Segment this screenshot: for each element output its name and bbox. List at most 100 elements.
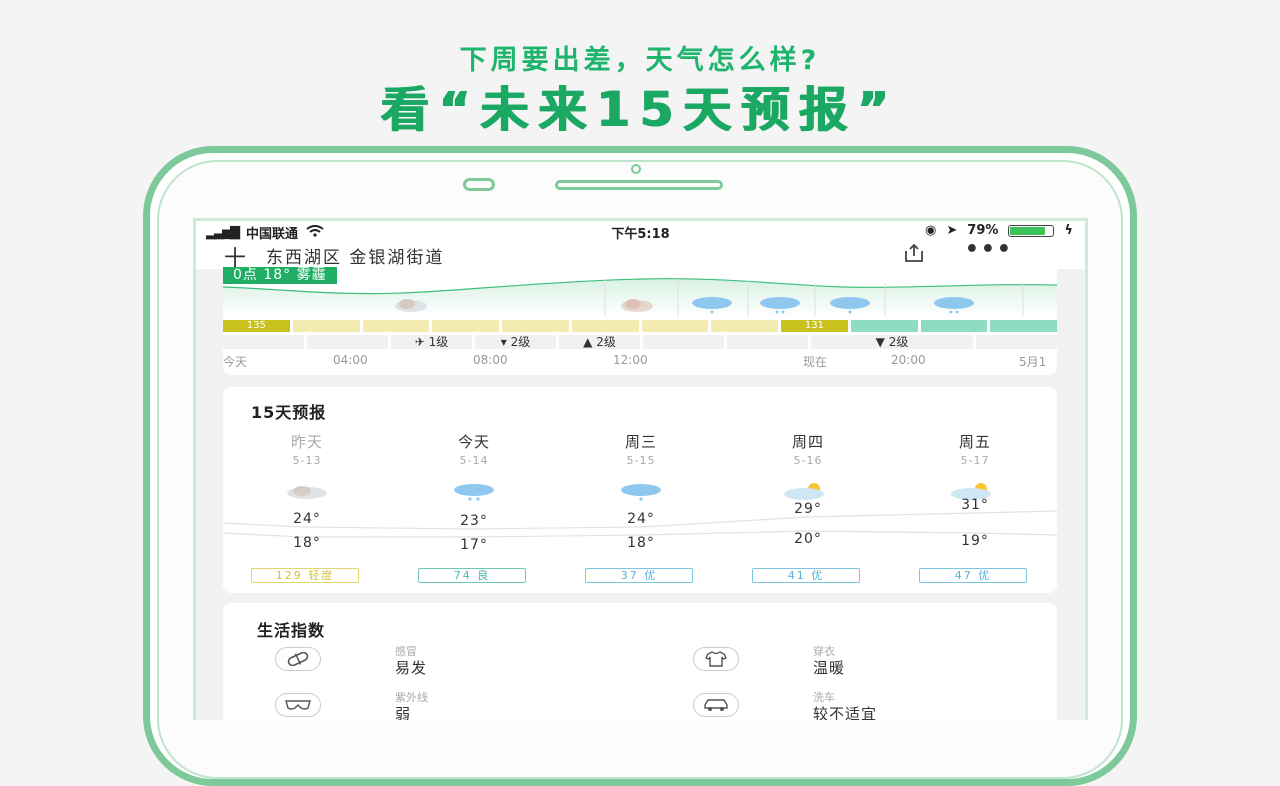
forecast-low-temp: 19° xyxy=(961,533,989,549)
life-item-value: 较不适宜 xyxy=(813,705,878,720)
forecast-15day-card[interactable]: 15天预报 昨天 5-13 今天 5-14 周三 5-15 周四 5-16 周五… xyxy=(223,387,1057,593)
forecast-high-temp: 24° xyxy=(293,511,321,527)
battery-icon xyxy=(1008,224,1055,237)
aqi-segment-now: 131 xyxy=(781,320,848,332)
life-index-title: 生活指数 xyxy=(257,621,326,640)
forecast-day-name: 周四 xyxy=(791,433,824,451)
status-bar: ▂▃▅▇ 中国联通 下午5:18 ◉ ➤ 79% ϟ xyxy=(196,221,1085,242)
charging-icon: ϟ xyxy=(1064,223,1073,238)
forecast-high-temp: 24° xyxy=(627,511,655,527)
forecast-day-thu[interactable]: 周四 5-16 xyxy=(748,431,868,507)
front-camera xyxy=(631,164,641,174)
forecast-date: 5-16 xyxy=(793,454,823,467)
haze-icon xyxy=(395,299,427,312)
aqi-segment xyxy=(292,320,360,332)
time-label: 08:00 xyxy=(473,353,508,367)
aqi-segment xyxy=(432,320,499,332)
rain-icon xyxy=(414,481,534,507)
sensor-pill xyxy=(463,178,495,191)
car-icon xyxy=(693,693,739,717)
forecast-aqi-badge: 47 优 xyxy=(919,568,1027,583)
forecast-high-temp: 29° xyxy=(794,501,822,517)
forecast-low-temp: 18° xyxy=(627,535,655,551)
wind-segment xyxy=(223,335,304,349)
aqi-segment-start: 135 xyxy=(223,320,290,332)
app-screen: ▂▃▅▇ 中国联通 下午5:18 ◉ ➤ 79% ϟ 十 东西湖区 金银湖街道 … xyxy=(193,218,1088,720)
wind-segment xyxy=(727,335,808,349)
tshirt-icon xyxy=(693,647,739,671)
location-arrow-icon: ➤ xyxy=(946,223,958,238)
hourly-time-axis: 今天 04:00 08:00 12:00 现在 20:00 5月1 xyxy=(223,353,1057,369)
forecast-low-temp: 20° xyxy=(794,531,822,547)
forecast-day-wed[interactable]: 周三 5-15 xyxy=(581,431,701,507)
time-label: 20:00 xyxy=(891,353,926,367)
wind-direction-icon: ▲ xyxy=(583,335,593,349)
time-label: 12:00 xyxy=(613,353,648,367)
wind-direction-icon: ▾ xyxy=(500,335,507,349)
forecast-date: 5-13 xyxy=(292,454,322,467)
forecast-date: 5-14 xyxy=(459,454,489,467)
wind-segment: ▲ 2级 xyxy=(559,335,640,349)
light-rain-icon xyxy=(581,481,701,507)
aqi-segment xyxy=(502,320,569,332)
rain-icon xyxy=(760,297,800,314)
time-label: 现在 xyxy=(803,355,828,369)
wind-level: 1级 xyxy=(428,335,449,349)
haze-icon xyxy=(247,481,367,507)
aqi-timeline: 135 131 xyxy=(223,320,1057,332)
hourly-card: 0点 18° 雾霾 135 131 ✈ 1级 ▾ 2级 ▲ 2级 ▼ 2级 今天… xyxy=(223,267,1057,375)
forecast-high-temp: 23° xyxy=(460,513,488,529)
wind-level: 2级 xyxy=(596,335,616,349)
top-nav: 十 东西湖区 金银湖街道 ••• xyxy=(196,237,1085,272)
pill-icon xyxy=(275,647,321,671)
wind-timeline: ✈ 1级 ▾ 2级 ▲ 2级 ▼ 2级 xyxy=(223,335,1057,349)
battery-percent: 79% xyxy=(967,223,999,238)
wind-segment xyxy=(307,335,388,349)
forecast-aqi-badge: 129 轻度 xyxy=(251,568,359,583)
time-label: 04:00 xyxy=(333,353,368,367)
forecast-low-temp: 17° xyxy=(460,537,488,553)
haze-icon xyxy=(621,299,653,312)
earpiece-speaker xyxy=(555,180,723,190)
forecast-day-name: 周三 xyxy=(624,433,657,451)
forecast-aqi-badge: 37 优 xyxy=(585,568,693,583)
wind-segment: ▾ 2级 xyxy=(475,335,556,349)
wind-level: 2级 xyxy=(510,335,531,349)
location-title[interactable]: 东西湖区 金银湖街道 xyxy=(266,243,444,268)
wind-direction-icon: ✈ xyxy=(414,335,425,349)
more-menu-button[interactable]: ••• xyxy=(965,237,1013,262)
forecast-aqi-badge: 41 优 xyxy=(752,568,860,583)
sunglasses-icon xyxy=(275,693,321,717)
forecast-day-yesterday[interactable]: 昨天 5-13 xyxy=(247,431,367,507)
forecast-aqi-badge: 74 良 xyxy=(418,568,526,583)
wind-segment xyxy=(643,335,724,349)
forecast-day-name: 周五 xyxy=(958,433,991,451)
wind-level: 2级 xyxy=(888,335,909,349)
aqi-segment xyxy=(711,320,778,332)
wind-segment: ✈ 1级 xyxy=(391,335,472,349)
aqi-segment xyxy=(990,320,1057,332)
share-icon[interactable] xyxy=(903,243,925,263)
forecast-low-temp: 18° xyxy=(293,535,321,551)
forecast-day-today[interactable]: 今天 5-14 xyxy=(414,431,534,507)
rain-icon xyxy=(692,297,732,314)
forecast-day-name: 昨天 xyxy=(290,433,323,451)
life-item-value: 弱 xyxy=(395,705,412,720)
time-label: 5月1 xyxy=(1019,355,1047,369)
forecast-day-fri[interactable]: 周五 5-17 xyxy=(915,431,1035,507)
lock-rotation-icon: ◉ xyxy=(925,223,937,238)
forecast-high-temp: 31° xyxy=(961,497,989,513)
rain-icon xyxy=(830,297,870,314)
aqi-segment xyxy=(920,320,988,332)
time-label: 今天 xyxy=(223,355,248,369)
life-item-value: 易发 xyxy=(395,659,428,677)
forecast-date: 5-15 xyxy=(626,454,656,467)
life-item-value: 温暖 xyxy=(813,659,846,677)
wind-segment xyxy=(976,335,1057,349)
wind-direction-icon: ▼ xyxy=(875,335,885,349)
aqi-segment xyxy=(641,320,709,332)
aqi-segment xyxy=(571,320,639,332)
promo-title: 看“未来15天预报” xyxy=(381,82,899,138)
forecast-day-name: 今天 xyxy=(457,433,490,451)
aqi-segment xyxy=(850,320,918,332)
